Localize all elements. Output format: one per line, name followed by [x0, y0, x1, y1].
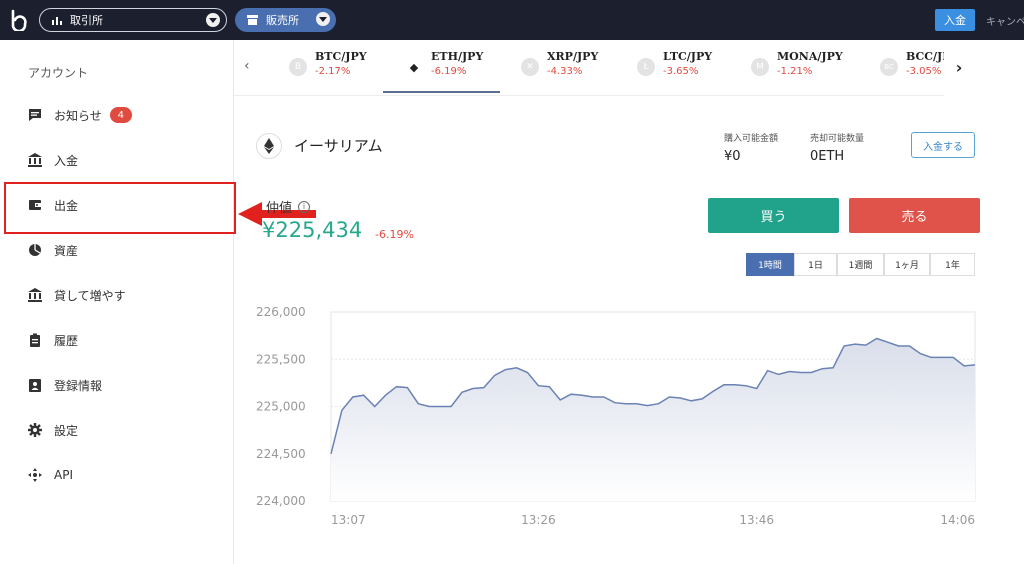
sidebar-item-deposit[interactable]: 入金: [28, 149, 218, 171]
sidebar-item-label: 資産: [54, 243, 79, 258]
bank-icon: [28, 153, 42, 167]
y-tick-label: 224,500: [256, 447, 306, 461]
buy-button[interactable]: 買う: [708, 198, 839, 233]
pie-chart-icon: [29, 244, 41, 256]
bank-icon: [28, 288, 42, 302]
tab-btc-jpy[interactable]: B BTC/JPY -2.17%: [289, 50, 367, 90]
y-tick-label: 224,000: [256, 494, 306, 508]
info-icon[interactable]: i: [298, 200, 311, 213]
sidebar-item-settings[interactable]: 設定: [28, 419, 218, 441]
mid-price-label-text: 仲値: [266, 201, 293, 216]
eth-coin-icon: [256, 133, 282, 159]
tab-pair-change: -4.33%: [547, 66, 583, 77]
sidebar-item-label: 入金: [54, 153, 79, 168]
x-tick-label: 13:26: [521, 513, 556, 527]
mona-coin-icon: M: [751, 58, 769, 76]
xrp-coin-icon: ✕: [521, 58, 539, 76]
gear-icon: [28, 423, 42, 437]
bar-chart-icon: [52, 17, 62, 25]
tab-eth-jpy[interactable]: ◆ ETH/JPY -6.19%: [405, 50, 483, 90]
y-tick-label: 225,000: [256, 400, 306, 414]
range-1y-button[interactable]: 1年: [930, 253, 975, 276]
sellable-amount-label: 売却可能数量: [810, 134, 865, 144]
shop-selector[interactable]: 販売所: [235, 8, 336, 32]
deposit-action-button[interactable]: 入金する: [911, 132, 975, 158]
bcc-coin-icon: BC: [880, 58, 898, 76]
sidebar-item-lending[interactable]: 貸して増やす: [28, 284, 218, 306]
y-tick-label: 225,500: [256, 352, 306, 366]
sidebar-item-notifications[interactable]: お知らせ 4: [28, 104, 218, 126]
coin-title: イーサリアム: [294, 137, 383, 155]
tab-xrp-jpy[interactable]: ✕ XRP/JPY -4.33%: [521, 50, 598, 90]
sidebar-item-label: API: [54, 468, 73, 482]
buyable-amount-label: 購入可能金額: [724, 134, 779, 144]
clipboard-icon: [30, 333, 40, 347]
x-tick-label: 14:06: [940, 513, 975, 527]
shop-icon: [247, 15, 258, 25]
tab-ltc-jpy[interactable]: Ł LTC/JPY -3.65%: [637, 50, 712, 90]
api-icon: [28, 468, 42, 482]
tab-pair-name: BTC/JPY: [315, 50, 367, 63]
mid-price-label: 仲値 i: [266, 197, 311, 216]
x-tick-label: 13:46: [739, 513, 774, 527]
sidebar-item-label: 登録情報: [54, 378, 103, 393]
active-tab-indicator: [383, 91, 500, 93]
price-chart[interactable]: 226,000 225,500 225,000 224,500 224,000 13:07…: [250, 296, 990, 536]
sidebar-item-history[interactable]: 履歴: [28, 329, 218, 351]
sidebar-item-label: 履歴: [54, 333, 79, 348]
exchange-selector[interactable]: 取引所: [39, 8, 227, 32]
sidebar-item-label: 設定: [54, 423, 79, 438]
chevron-right-icon[interactable]: ›: [944, 50, 974, 84]
buyable-amount-value: ¥0: [724, 149, 741, 164]
sidebar-item-label: お知らせ: [54, 108, 102, 123]
sidebar-item-label: 貸して増やす: [54, 288, 126, 303]
tab-pair-change: -2.17%: [315, 66, 351, 77]
chevron-down-icon: [316, 12, 330, 26]
tab-pair-name: XRP/JPY: [547, 50, 599, 63]
tab-mona-jpy[interactable]: M MONA/JPY -1.21%: [751, 50, 843, 90]
price-change: -6.19%: [375, 228, 414, 241]
bitbank-logo-icon[interactable]: [8, 9, 30, 31]
tab-pair-name: MONA/JPY: [777, 50, 843, 63]
sellable-amount-value: 0ETH: [810, 149, 845, 164]
sidebar-title: アカウント: [28, 66, 89, 80]
id-card-icon: [29, 379, 41, 392]
y-tick-label: 226,000: [256, 305, 306, 319]
chevron-down-icon: [206, 13, 220, 27]
tab-bcc-jpy[interactable]: BC BCC/JP -3.05%: [880, 50, 951, 90]
range-1w-button[interactable]: 1週間: [837, 253, 884, 276]
current-price: ¥225,434: [262, 218, 363, 242]
message-icon: [29, 109, 41, 121]
chevron-left-icon[interactable]: ‹: [244, 58, 250, 74]
sidebar-item-api[interactable]: API: [28, 464, 218, 486]
sidebar-item-profile[interactable]: 登録情報: [28, 374, 218, 396]
tab-pair-change: -6.19%: [431, 66, 467, 77]
ltc-coin-icon: Ł: [637, 58, 655, 76]
deposit-button[interactable]: 入金: [935, 9, 975, 31]
tab-pair-change: -3.65%: [663, 66, 699, 77]
withdraw-highlight-box: [4, 182, 236, 234]
btc-coin-icon: B: [289, 58, 307, 76]
range-1m-button[interactable]: 1ヶ月: [884, 253, 930, 276]
shop-label: 販売所: [266, 14, 299, 27]
tab-pair-name: LTC/JPY: [663, 50, 713, 63]
sidebar-item-assets[interactable]: 資産: [28, 239, 218, 261]
notification-badge: 4: [109, 107, 132, 123]
tab-pair-name: ETH/JPY: [431, 50, 484, 63]
eth-coin-icon: ◆: [405, 58, 423, 76]
top-bar: 取引所 販売所 入金 キャンペ: [0, 0, 1024, 40]
campaign-link[interactable]: キャンペ: [986, 13, 1024, 28]
tab-pair-change: -1.21%: [777, 66, 813, 77]
range-1h-button[interactable]: 1時間: [746, 253, 794, 276]
sell-button[interactable]: 売る: [849, 198, 980, 233]
range-1d-button[interactable]: 1日: [794, 253, 837, 276]
x-tick-label: 13:07: [331, 513, 366, 527]
exchange-label: 取引所: [70, 14, 103, 27]
